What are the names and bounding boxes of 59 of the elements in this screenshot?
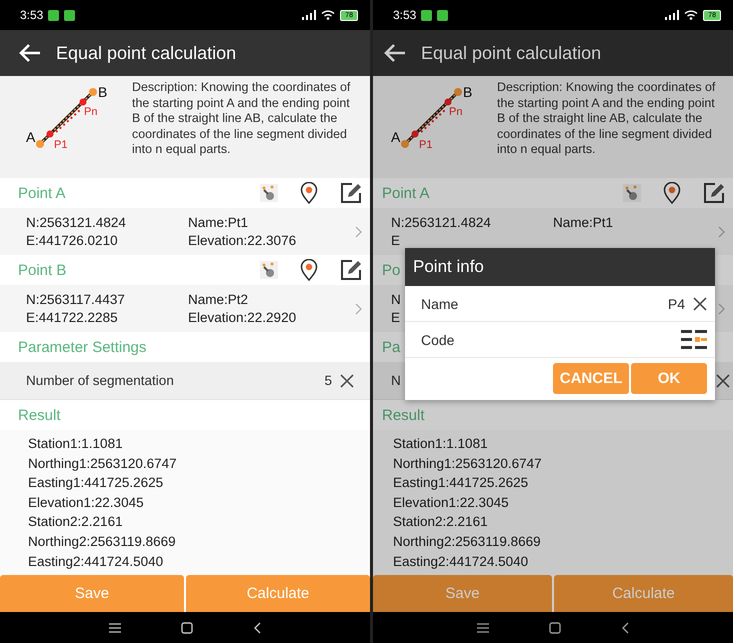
result-line: Station2:2.2161 bbox=[393, 513, 489, 532]
field-label: N bbox=[391, 373, 401, 388]
result-line: Northing1:2563120.6747 bbox=[393, 454, 543, 473]
description-text: Description: Knowing the coordinates of the starting point A and the ending point B of the straight line AB, calculate the coordinates of the line segment divided into n equal parts. bbox=[497, 80, 716, 158]
result-line: Easting2:441724.5040 bbox=[28, 552, 164, 571]
result-line: Easting1:441725.2625 bbox=[28, 474, 164, 492]
save-button[interactable]: Save bbox=[373, 575, 552, 612]
description-text: Description: Knowing the coordinates of the starting point A and the ending point B of the straight line AB, calculate the coordinates of the line segment divided into n equal parts. bbox=[132, 80, 352, 158]
status-time: 3:53 bbox=[20, 8, 44, 22]
result-line: Station2:2.2161 bbox=[28, 513, 124, 532]
point-detail-text: Elevation:22.3076 bbox=[188, 233, 296, 248]
field-label: Number of segmentation bbox=[26, 373, 174, 388]
field-value[interactable]: P4 bbox=[668, 296, 685, 312]
section-heading: Point A bbox=[382, 184, 430, 202]
point-detail-text: Name:Pt1 bbox=[553, 215, 614, 230]
screen-title: Equal point calculation bbox=[421, 42, 602, 64]
section-heading: Po bbox=[382, 262, 400, 278]
line-division-drawing: A B P1 Pn bbox=[18, 80, 118, 160]
calculate-button[interactable]: Calculate bbox=[186, 575, 370, 612]
point-detail-text: Elevation:22.2920 bbox=[188, 310, 296, 325]
result-line: Easting2:441724.5040 bbox=[393, 552, 530, 571]
cancel-button[interactable]: CANCEL bbox=[553, 363, 629, 394]
section-heading: Point A bbox=[18, 184, 66, 202]
result-line: Station1:1.1081 bbox=[28, 435, 124, 453]
field-label: Code bbox=[421, 332, 456, 348]
result-line: Northing2:2563119.8669 bbox=[393, 532, 542, 551]
coordinate-text: E bbox=[391, 233, 400, 248]
coordinate-text: N:2563117.4437 bbox=[26, 292, 125, 307]
result-line: Station1:1.1081 bbox=[393, 435, 489, 453]
result-line: Easting1:441725.2625 bbox=[393, 474, 530, 492]
calculate-button[interactable]: Calculate bbox=[554, 575, 733, 612]
ok-button[interactable]: OK bbox=[631, 363, 707, 394]
point-info-row[interactable]: N:2563117.4437 Name:Pt2 E:441722.2285 Elevation:22.2920 bbox=[0, 285, 370, 332]
point-info-row[interactable]: N:2563121.4824 Name:Pt1 E:441726.0210 Elevation:22.3076 bbox=[0, 208, 370, 255]
coordinate-text: E:441722.2285 bbox=[26, 310, 118, 325]
coordinate-text: E:441726.0210 bbox=[26, 233, 118, 248]
screen-title: Equal point calculation bbox=[56, 42, 236, 64]
section-heading: Parameter Settings bbox=[18, 338, 146, 356]
result-line: Elevation1:22.3045 bbox=[393, 494, 510, 512]
point-detail-text: Name:Pt2 bbox=[188, 292, 248, 307]
save-button[interactable]: Save bbox=[0, 575, 184, 612]
section-heading: Pa bbox=[382, 338, 400, 356]
coordinate-text: N bbox=[391, 292, 401, 307]
section-heading: Point B bbox=[18, 262, 66, 278]
coordinate-text: N:2563121.4824 bbox=[26, 215, 126, 230]
section-heading: Result bbox=[18, 406, 61, 424]
field-value: 5 bbox=[324, 373, 332, 388]
line-division-drawing: A B P1 Pn bbox=[383, 80, 483, 160]
result-line: Northing1:2563120.6747 bbox=[28, 454, 178, 473]
field-label: Name bbox=[421, 296, 460, 312]
result-line: Elevation1:22.3045 bbox=[28, 494, 145, 512]
coordinate-text: E bbox=[391, 310, 400, 325]
dialog-title: Point info bbox=[413, 257, 484, 277]
result-line: Northing2:2563119.8669 bbox=[28, 532, 177, 551]
point-detail-text: Name:Pt1 bbox=[188, 215, 248, 230]
parameter-field[interactable]: Number of segmentation 5 bbox=[0, 362, 370, 400]
status-time: 3:53 bbox=[393, 8, 416, 22]
section-heading: Result bbox=[382, 406, 425, 424]
coordinate-text: N:2563121.4824 bbox=[391, 215, 491, 230]
